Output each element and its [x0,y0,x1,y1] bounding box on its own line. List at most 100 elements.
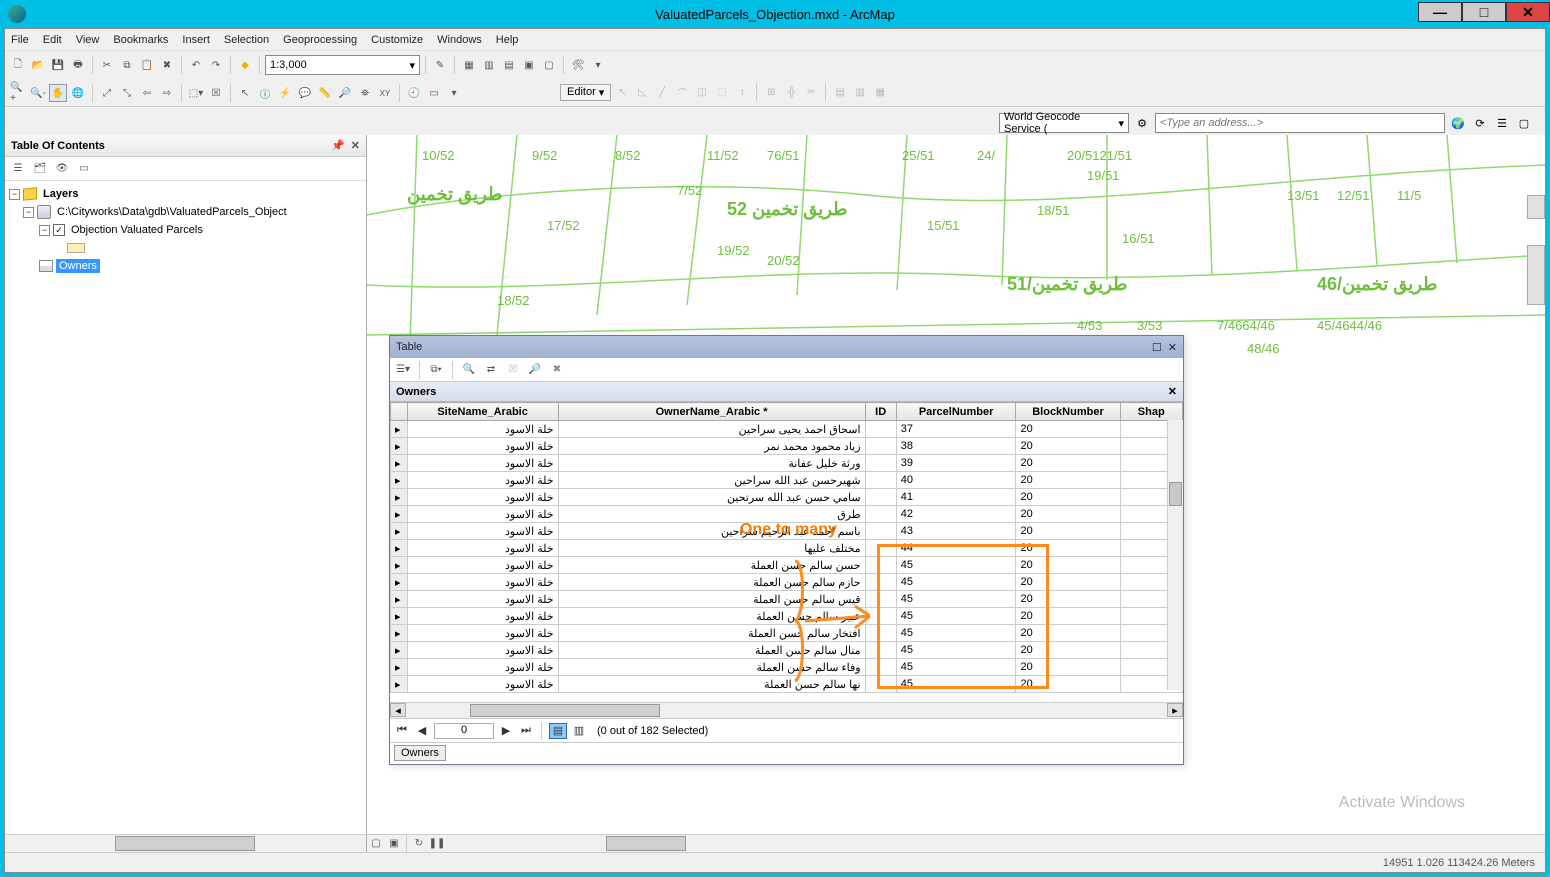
list-by-drawing-icon[interactable]: ☰ [9,160,27,178]
tool3-icon[interactable]: ▤ [500,56,518,74]
edit9-icon[interactable]: ✂ [802,83,820,101]
row-selector[interactable]: ▸ [391,659,408,676]
cell-block[interactable]: 20 [1016,421,1120,438]
row-selector[interactable]: ▸ [391,455,408,472]
cell-owner[interactable]: زياد محمود محمد نمر [558,438,865,455]
edit5-icon[interactable]: ⬚ [713,83,731,101]
cell-owner[interactable]: نها سالم حسن العملة [558,676,865,693]
tree-layer[interactable]: − ✓ Objection Valuated Parcels [9,221,362,239]
map-hscroll[interactable] [446,835,1545,852]
table-row[interactable]: ▸خلة الاسوداسحاق احمد يحيى سراحين3720 [391,421,1183,438]
vertical-scrollbar[interactable] [1167,420,1183,690]
related-tables-icon[interactable]: ⧉▾ [427,361,445,379]
redo-icon[interactable]: ↷ [207,56,225,74]
viewer2-icon[interactable]: ▾ [445,84,463,102]
table-row[interactable]: ▸خلة الاسودسامي حسن عبد الله سرتحين4120 [391,489,1183,506]
clear-selection-icon[interactable]: ☒ [207,84,225,102]
attributes-icon[interactable]: ▤ [831,83,849,101]
row-selector[interactable]: ▸ [391,506,408,523]
scroll-thumb[interactable] [606,836,686,851]
row-selector[interactable]: ▸ [391,642,408,659]
edit-tool-icon[interactable]: ↖ [613,83,631,101]
cell-parcel[interactable]: 38 [896,438,1016,455]
edit1-icon[interactable]: ◺ [633,83,651,101]
cell-parcel[interactable]: 40 [896,472,1016,489]
cell-owner[interactable]: وفاء سالم حسن العملة [558,659,865,676]
side-tab-1[interactable] [1527,195,1545,219]
geocode-icon1[interactable]: 🌍 [1449,114,1467,132]
tree-table[interactable]: Owners [9,257,362,275]
cell-owner[interactable]: ورثة خليل عفانة [558,455,865,472]
switch-selection-icon[interactable]: ⇄ [482,361,500,379]
row-selector[interactable]: ▸ [391,574,408,591]
next-extent-icon[interactable]: ⇨ [158,84,176,102]
tree-root[interactable]: − Layers [9,185,362,203]
new-icon[interactable]: 🗋 [9,56,27,74]
collapse-icon[interactable]: − [23,207,34,218]
record-position[interactable]: 0 [434,723,494,739]
cell-owner[interactable]: منال سالم حسن العملة [558,642,865,659]
geocode-icon2[interactable]: ⟳ [1471,114,1489,132]
tool2-icon[interactable]: ▥ [480,56,498,74]
prev-extent-icon[interactable]: ⇦ [138,84,156,102]
col-sitename[interactable]: SiteName_Arabic [407,403,558,421]
table-row[interactable]: ▸خلة الاسودمنال سالم حسن العملة4520 [391,642,1183,659]
list-by-selection-icon[interactable]: ▭ [75,160,93,178]
edit8-icon[interactable]: ╬ [782,83,800,101]
zoomout-icon[interactable]: 🔍- [29,84,47,102]
cell-parcel[interactable]: 42 [896,506,1016,523]
table-row[interactable]: ▸خلة الاسودافتخار سالم حسن العملة4520 [391,625,1183,642]
print-icon[interactable]: 🖶 [69,56,87,74]
row-selector[interactable]: ▸ [391,557,408,574]
cell-site[interactable]: خلة الاسود [407,540,558,557]
col-ownername[interactable]: OwnerName_Arabic * [558,403,865,421]
zoomin-icon[interactable]: 🔍+ [9,84,27,102]
scroll-thumb[interactable] [470,704,660,717]
zoom-select-icon[interactable]: 🔎 [526,361,544,379]
html-popup-icon[interactable]: 💬 [296,84,314,102]
tool1-icon[interactable]: ▦ [460,56,478,74]
row-selector[interactable]: ▸ [391,540,408,557]
cell-site[interactable]: خلة الاسود [407,608,558,625]
cell-id[interactable] [865,421,896,438]
select-features-icon[interactable]: ⬚▾ [187,84,205,102]
cell-site[interactable]: خلة الاسود [407,557,558,574]
clear-select-icon[interactable]: ☒ [504,361,522,379]
edit2-icon[interactable]: ╱ [653,83,671,101]
row-selector[interactable]: ▸ [391,489,408,506]
cell-owner[interactable]: عبير سالم حسن العملة [558,608,865,625]
next-record-icon[interactable]: ▶ [498,723,514,739]
collapse-icon[interactable]: − [39,225,50,236]
menu-bookmarks[interactable]: Bookmarks [113,34,168,46]
cell-block[interactable]: 20 [1016,523,1120,540]
last-record-icon[interactable]: ⏭ [518,723,534,739]
layout-view-icon[interactable]: ▣ [385,835,403,853]
geocode-icon4[interactable]: ▢ [1515,114,1533,132]
scroll-thumb[interactable] [1169,482,1182,506]
cut-icon[interactable]: ✂ [98,56,116,74]
hyperlink-icon[interactable]: ⚡ [276,84,294,102]
cell-parcel[interactable]: 41 [896,489,1016,506]
cell-site[interactable]: خلة الاسود [407,472,558,489]
visibility-checkbox[interactable]: ✓ [53,224,65,236]
col-blocknumber[interactable]: BlockNumber [1016,403,1120,421]
cell-site[interactable]: خلة الاسود [407,506,558,523]
show-all-icon[interactable]: ▤ [549,723,567,739]
tab-owners[interactable]: Owners [394,745,446,761]
table-row[interactable]: ▸خلة الاسودوفاء سالم حسن العملة4520 [391,659,1183,676]
scroll-right-icon[interactable]: ▸ [1167,703,1183,717]
pin-icon[interactable]: 📌 [331,139,345,152]
edit7-icon[interactable]: ⊞ [762,83,780,101]
edit3-icon[interactable]: ⌒ [673,83,691,101]
findroute-icon[interactable]: ⛯ [356,84,374,102]
map-view[interactable]: 10/52 9/52 8/52 11/52 76/51 25/51 24/ 20… [367,135,1545,834]
row-selector[interactable]: ▸ [391,591,408,608]
maximize-button[interactable]: □ [1462,2,1506,22]
cell-owner[interactable]: طرق [558,506,865,523]
horizontal-scrollbar[interactable]: ◂ ▸ [390,702,1183,718]
tool4-icon[interactable]: ▣ [520,56,538,74]
find-icon[interactable]: 🔎 [336,84,354,102]
cell-owner[interactable]: باسم احمد عبد الرحيم سراحين [558,523,865,540]
refresh-icon[interactable]: ↻ [410,835,428,853]
cell-owner[interactable]: حازم سالم حسن العملة [558,574,865,591]
